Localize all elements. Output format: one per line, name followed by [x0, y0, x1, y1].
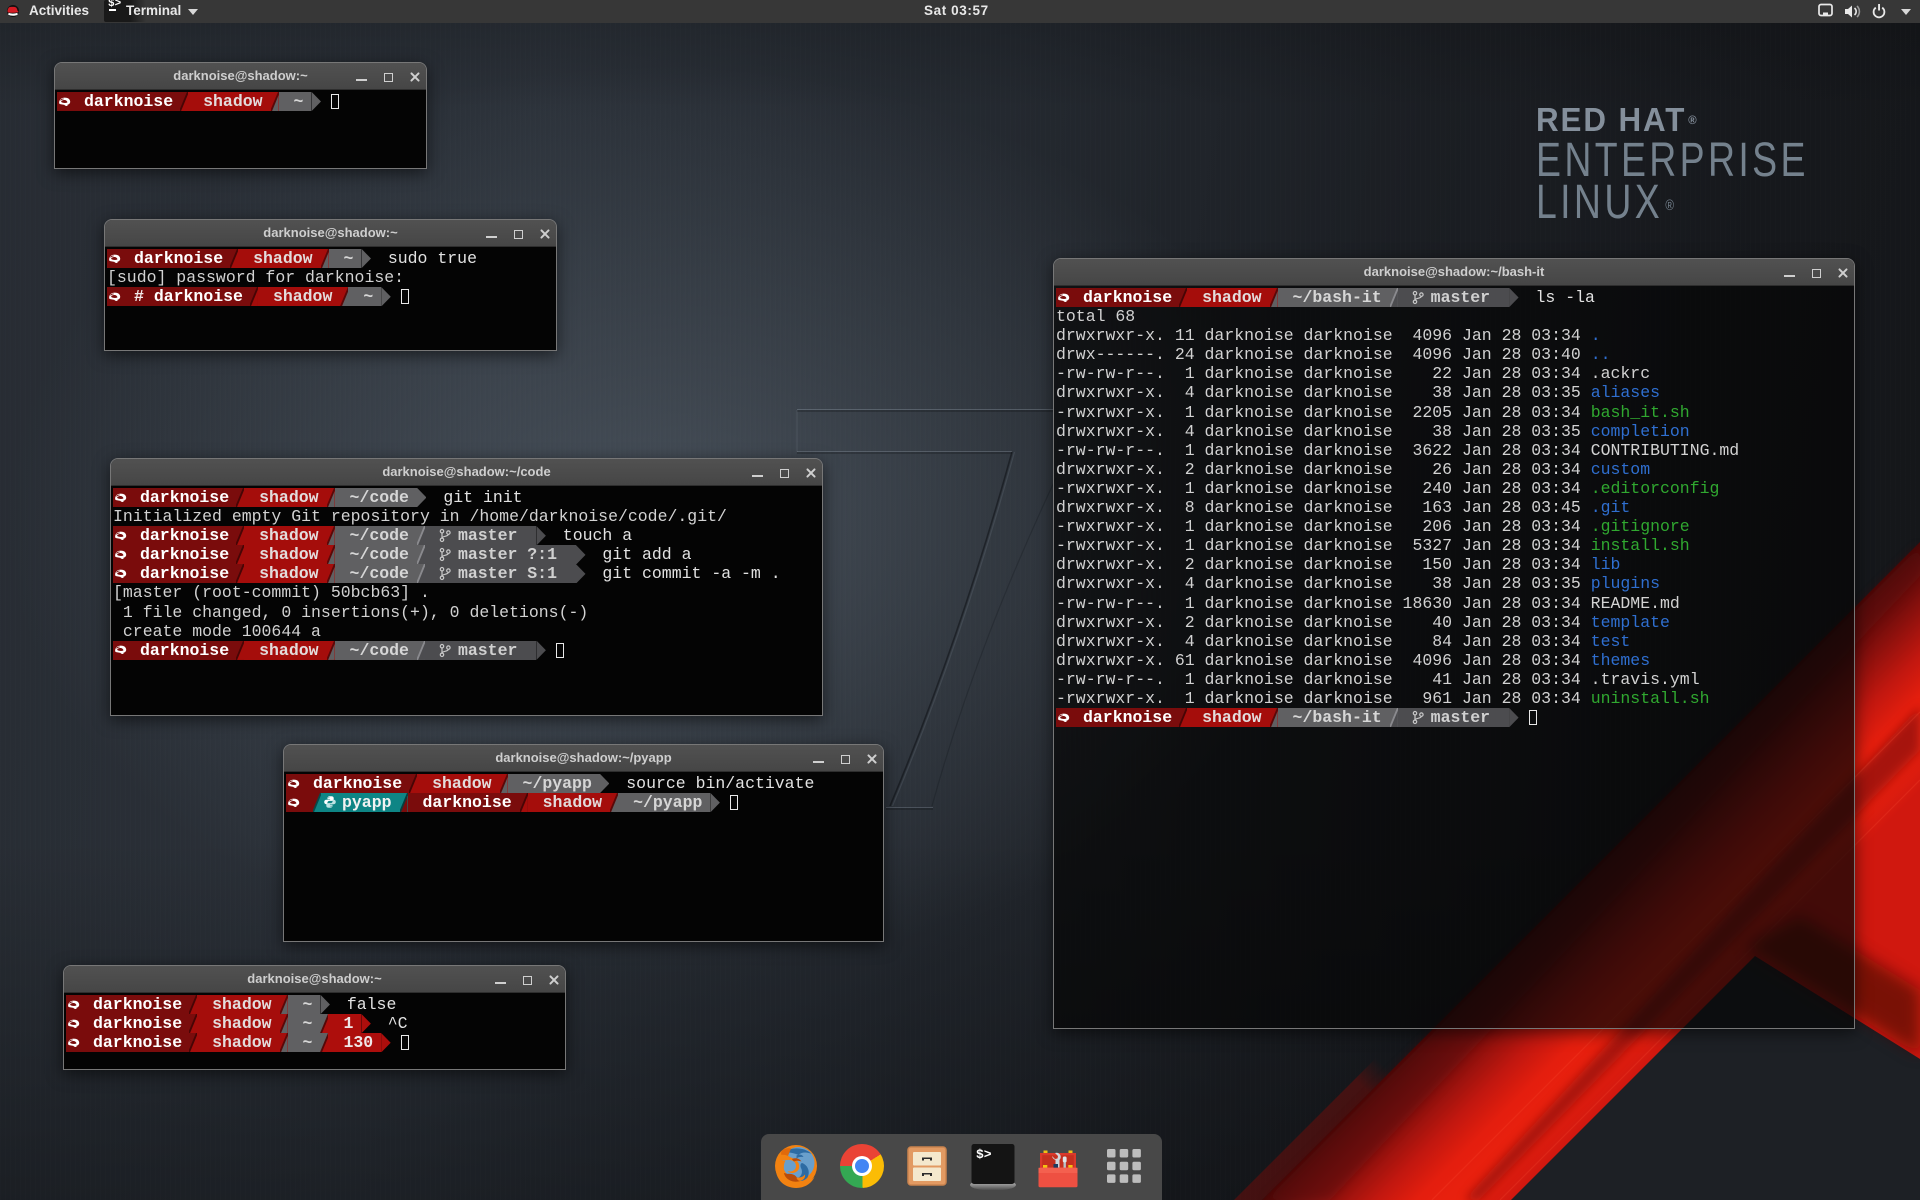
svg-text:$>: $>: [976, 1147, 992, 1162]
